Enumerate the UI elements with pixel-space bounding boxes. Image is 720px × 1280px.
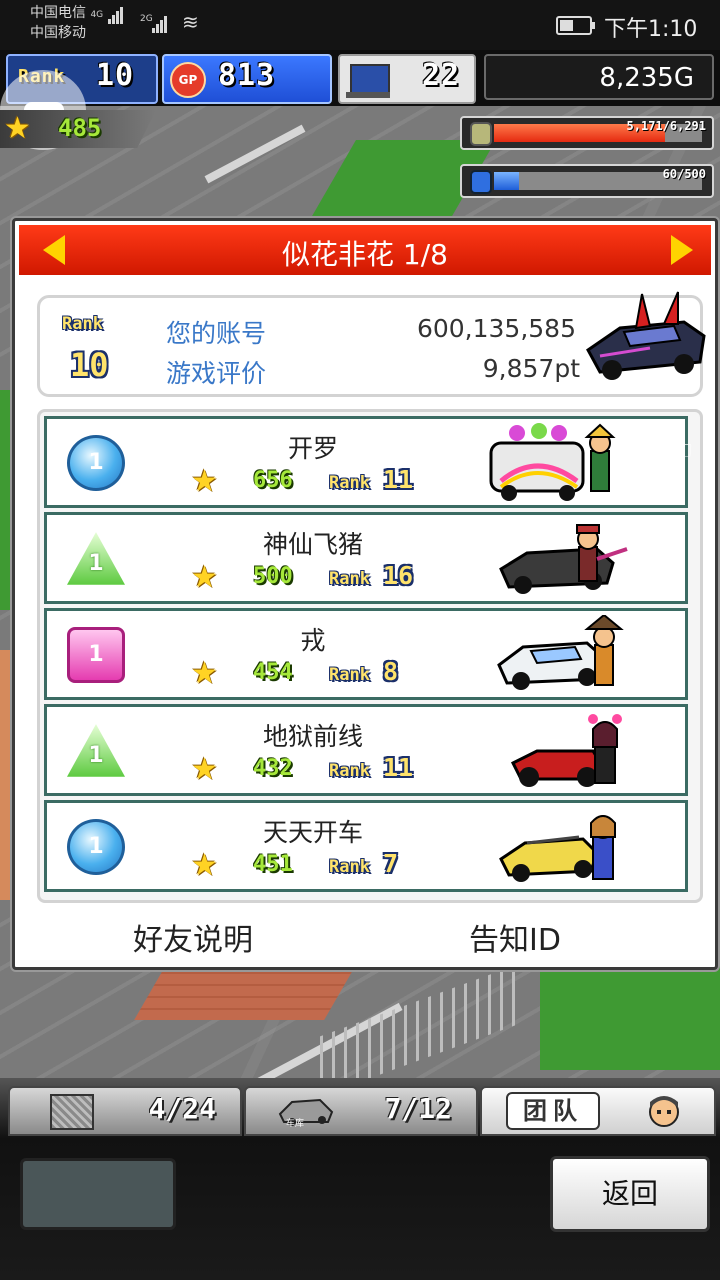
meter-fans: 5,171/6,291 (460, 116, 714, 150)
meter-fuel: 60/500 (460, 164, 714, 198)
friend-rank: 7 (383, 849, 399, 878)
badge-triangle-icon: 1 (67, 532, 125, 585)
friend-row[interactable]: 1 神仙飞猪 ★ 500 Rank 16 (44, 512, 688, 604)
badge-triangle-icon: 1 (67, 724, 125, 777)
character-face-icon (644, 1090, 684, 1130)
star-icon: ★ (191, 464, 218, 499)
tab-team[interactable]: 团队 (480, 1086, 716, 1136)
friend-points: 656 (253, 468, 293, 493)
badge-square-icon: 1 (67, 627, 125, 683)
hud-stars: ★ 485 (0, 110, 156, 148)
friend-rank: 11 (383, 753, 414, 782)
fuel-icon (470, 170, 492, 194)
friend-points: 500 (253, 564, 293, 589)
computer-icon (346, 64, 390, 98)
star-icon: ★ (191, 560, 218, 595)
friend-rank: 16 (383, 561, 414, 590)
friend-rank: 11 (383, 465, 414, 494)
hud-money: 8,235G (484, 54, 714, 100)
tab-garage[interactable]: 车库 7/12 (244, 1086, 478, 1136)
friend-list[interactable]: 1 开罗 ★ 656 Rank 11 1 神仙飞猪 ★ 500 Rank 16 … (37, 409, 703, 903)
friend-name: 天天开车 (262, 818, 363, 847)
star-icon: ★ (191, 752, 218, 787)
friend-name: 戎 (300, 626, 326, 655)
status-bar: 中国电信 4G 中国移动 2G ≋ 下午1:10 (0, 0, 720, 50)
friend-points: 451 (253, 852, 293, 877)
empty-slot (20, 1158, 176, 1230)
carrier-1: 中国电信 4G (30, 4, 124, 24)
friend-row[interactable]: 1 开罗 ★ 656 Rank 11 (44, 416, 688, 508)
return-button[interactable]: 返回 (550, 1156, 710, 1232)
friend-name: 地狱前线 (262, 722, 363, 751)
panel-title: 似花非花 1/8 (282, 238, 448, 271)
hud-research[interactable]: 22 (338, 54, 476, 104)
prev-page-button[interactable] (43, 235, 65, 265)
crate-icon (50, 1094, 94, 1130)
next-page-button[interactable] (671, 235, 693, 265)
friend-rank: 8 (383, 657, 399, 686)
badge-circle-icon: 1 (67, 819, 125, 875)
convertible-sprite (497, 519, 633, 599)
friend-name: 开罗 (287, 434, 338, 463)
gp-coin-icon: GP (170, 62, 206, 98)
star-icon: ★ (4, 111, 31, 146)
hud-gp[interactable]: GP 813 (162, 54, 332, 104)
badge-circle-icon: 1 (67, 435, 125, 491)
friend-panel: 似花非花 1/8 Rank 10 您的账号 600,135,585 游戏评价 9… (12, 218, 718, 970)
panel-header: 似花非花 1/8 (19, 225, 711, 275)
friend-help-button[interactable]: 好友说明 (133, 915, 253, 959)
friend-row[interactable]: 1 地狱前线 ★ 432 Rank 11 (44, 704, 688, 796)
friend-points: 432 (253, 756, 293, 781)
friend-points: 454 (253, 660, 293, 685)
devil-car-sprite (580, 288, 710, 388)
notify-id-button[interactable]: 告知ID (469, 915, 561, 959)
star-icon: ★ (191, 848, 218, 883)
account-card: Rank 10 您的账号 600,135,585 游戏评价 9,857pt (37, 291, 706, 397)
clock: 下午1:10 (604, 17, 698, 42)
pointer-hand-icon: ☜ (670, 436, 694, 466)
kart-sprite (507, 711, 643, 791)
buggy-sprite (497, 807, 633, 887)
friend-row[interactable]: 1 天天开车 ★ 451 Rank 7 (44, 800, 688, 892)
signal-icon-2 (152, 14, 168, 33)
signal-icon (107, 6, 124, 24)
barrel-icon (470, 122, 492, 146)
sportscar-sprite (495, 613, 631, 695)
carrier-2: 中国移动 (30, 25, 86, 41)
battery-icon (556, 16, 595, 35)
friend-row[interactable]: 1 戎 ★ 454 Rank 8 (44, 608, 688, 700)
friend-name: 神仙飞猪 (262, 530, 363, 559)
wifi-icon: ≋ (182, 10, 199, 34)
star-icon: ★ (191, 656, 218, 691)
van-sprite (487, 423, 623, 503)
tab-items[interactable]: 4/24 (8, 1086, 242, 1136)
